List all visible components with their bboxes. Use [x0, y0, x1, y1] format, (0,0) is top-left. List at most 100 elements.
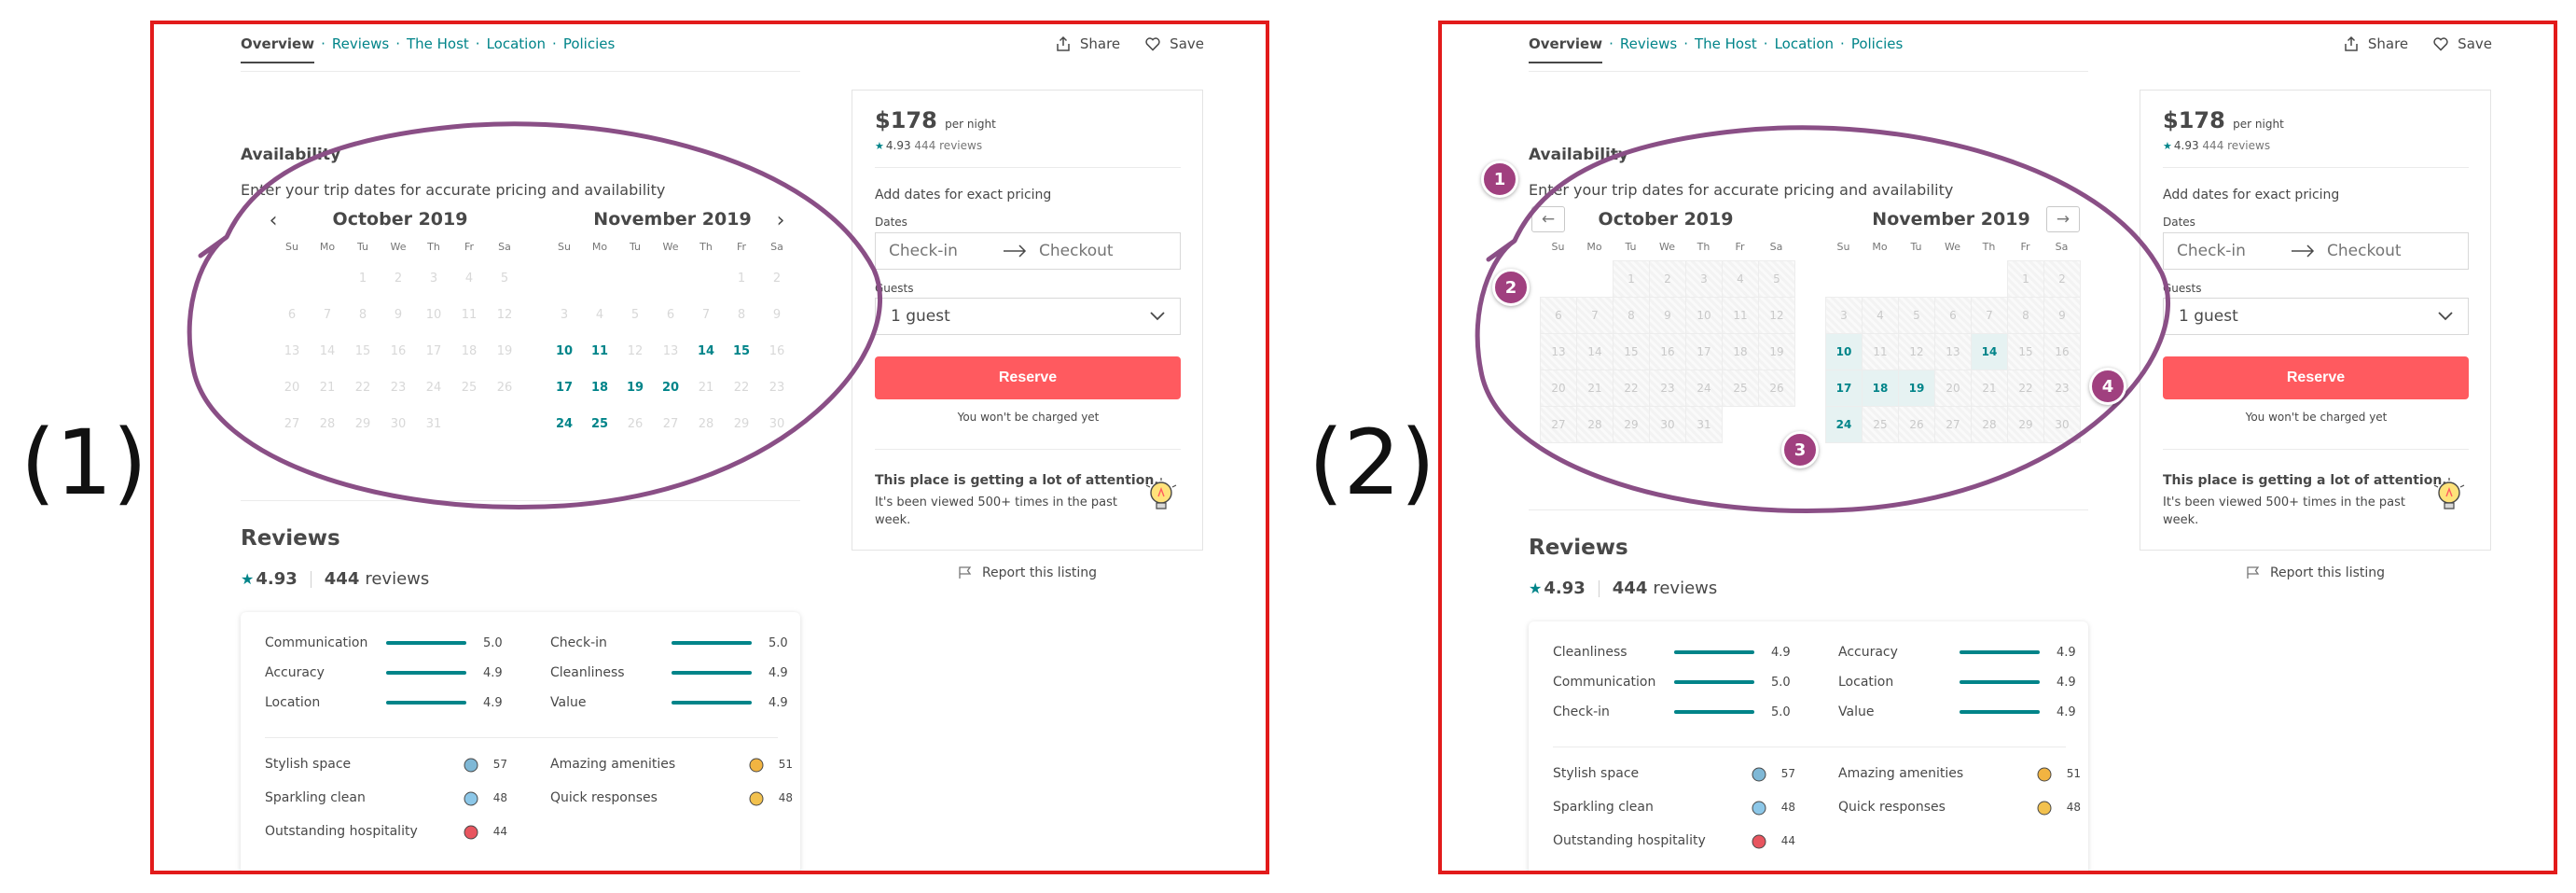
- day-unavailable: 21: [698, 381, 714, 395]
- nav-separator: ·: [475, 35, 480, 52]
- highlight-label: Quick responses: [1838, 800, 1946, 815]
- guests-select[interactable]: 1 guest: [2163, 298, 2469, 335]
- arrow-right-icon: →: [2056, 210, 2070, 229]
- weekday-header: Su Mo Tu We Th Fr Sa: [1825, 241, 2077, 253]
- day-available[interactable]: 17: [547, 370, 582, 406]
- price-unit: per night: [2233, 118, 2284, 131]
- weekday-label: Tu: [1625, 241, 1637, 253]
- highlight-item: Amazing amenities 51: [550, 754, 793, 774]
- day-unavailable: 4: [595, 308, 604, 322]
- booking-card: $178 per night ★ 4.93 444 reviews Add dat…: [2140, 90, 2491, 551]
- quick-responses-icon: [749, 791, 764, 806]
- save-button[interactable]: Save: [1144, 35, 1204, 52]
- day-available[interactable]: 19: [1898, 370, 1935, 407]
- day-unavailable: 7: [1576, 297, 1613, 334]
- nav-the-host[interactable]: The Host: [407, 35, 469, 52]
- share-icon: [1057, 35, 1070, 51]
- checkout-input[interactable]: Checkout: [1039, 242, 1114, 260]
- day-unavailable: 9: [394, 308, 403, 322]
- checkout-input[interactable]: Checkout: [2327, 242, 2402, 260]
- day-available[interactable]: 10: [547, 333, 582, 370]
- weekday-header: Su Mo Tu We Th Fr Sa: [274, 241, 526, 253]
- nav-reviews[interactable]: Reviews: [332, 35, 389, 52]
- annotation-marker-2: 2: [1492, 269, 1530, 306]
- sparkling-clean-icon: [464, 791, 478, 806]
- day-available[interactable]: 19: [617, 370, 653, 406]
- annotation-marker-4: 4: [2089, 368, 2126, 405]
- nav-policies[interactable]: Policies: [1851, 35, 1903, 52]
- day-available[interactable]: 10: [1825, 333, 1863, 370]
- rating-bar: [386, 701, 466, 705]
- day-unavailable: 13: [662, 344, 679, 358]
- nav-overview[interactable]: Overview: [241, 35, 315, 63]
- day-unavailable: 3: [560, 308, 569, 322]
- day-available[interactable]: 17: [1825, 370, 1863, 407]
- day-available[interactable]: 25: [582, 406, 617, 442]
- review-count-label: reviews: [1653, 579, 1718, 598]
- highlight-count: 51: [778, 758, 793, 771]
- report-label: Report this listing: [2269, 565, 2386, 580]
- share-button[interactable]: Share: [1055, 35, 1120, 52]
- nav-location[interactable]: Location: [487, 35, 546, 52]
- nav-location[interactable]: Location: [1775, 35, 1834, 52]
- day-blank: [547, 260, 582, 297]
- day-unavailable: 5: [1898, 297, 1935, 334]
- day-available[interactable]: 24: [1825, 406, 1863, 443]
- guests-select[interactable]: 1 guest: [875, 298, 1181, 335]
- rating-value: 4.9: [1771, 645, 1791, 660]
- day-available[interactable]: 14: [688, 333, 724, 370]
- nav-the-host[interactable]: The Host: [1695, 35, 1757, 52]
- report-listing-link[interactable]: Report this listing: [852, 565, 1203, 580]
- highlight-item: Quick responses 48: [550, 788, 793, 808]
- day-unavailable: 29: [354, 417, 371, 431]
- nav-policies[interactable]: Policies: [563, 35, 615, 52]
- day-available[interactable]: 15: [724, 333, 759, 370]
- day-unavailable: 21: [1971, 370, 2008, 407]
- rating-row: Location 4.9: [265, 694, 507, 711]
- reserve-button[interactable]: Reserve: [875, 356, 1181, 399]
- rating-row: Cleanliness 4.9: [550, 664, 793, 681]
- amenities-icon: [749, 758, 764, 773]
- highlight-label: Outstanding hospitality: [1553, 833, 1706, 848]
- highlight-count: 48: [778, 791, 793, 804]
- divider: [875, 167, 1181, 168]
- next-month-button[interactable]: ›: [765, 206, 796, 234]
- amenities-icon: [2037, 767, 2052, 782]
- nav-reviews[interactable]: Reviews: [1620, 35, 1677, 52]
- day-unavailable: 3: [1825, 297, 1863, 334]
- weekday-header: Su Mo Tu We Th Fr Sa: [547, 241, 798, 253]
- day-available[interactable]: 11: [582, 333, 617, 370]
- weekday-label: Su: [558, 241, 571, 253]
- day-blank: [1540, 260, 1577, 298]
- day-unavailable: 9: [2043, 297, 2081, 334]
- chevron-right-icon: ›: [776, 208, 785, 232]
- guests-value: 1 guest: [2179, 307, 2238, 326]
- next-month-button[interactable]: →: [2046, 206, 2080, 232]
- report-listing-link[interactable]: Report this listing: [2140, 565, 2491, 580]
- day-unavailable: 2: [394, 272, 403, 286]
- weekday-label: Th: [427, 241, 440, 253]
- day-unavailable: 14: [319, 344, 336, 358]
- day-unavailable: 18: [461, 344, 478, 358]
- star-icon: ★: [1529, 579, 1543, 597]
- day-available[interactable]: 18: [582, 370, 617, 406]
- day-unavailable: 13: [1934, 333, 1972, 370]
- divider: [241, 71, 800, 72]
- highlight-count: 48: [2066, 801, 2081, 814]
- day-available[interactable]: 18: [1862, 370, 1899, 407]
- reserve-button[interactable]: Reserve: [2163, 356, 2469, 399]
- save-button[interactable]: Save: [2432, 35, 2492, 52]
- day-available[interactable]: 20: [653, 370, 688, 406]
- day-unavailable: 16: [390, 344, 407, 358]
- checkin-input[interactable]: Check-in: [876, 242, 1002, 260]
- highlight-label: Amazing amenities: [550, 757, 676, 772]
- share-button[interactable]: Share: [2343, 35, 2408, 52]
- day-unavailable: 6: [666, 308, 675, 322]
- checkin-input[interactable]: Check-in: [2164, 242, 2290, 260]
- nav-overview[interactable]: Overview: [1529, 35, 1603, 63]
- day-unavailable: 15: [354, 344, 371, 358]
- rating-label: Value: [1838, 705, 1875, 719]
- day-available[interactable]: 14: [1971, 333, 2008, 370]
- day-unavailable: 29: [733, 417, 750, 431]
- day-available[interactable]: 24: [547, 406, 582, 442]
